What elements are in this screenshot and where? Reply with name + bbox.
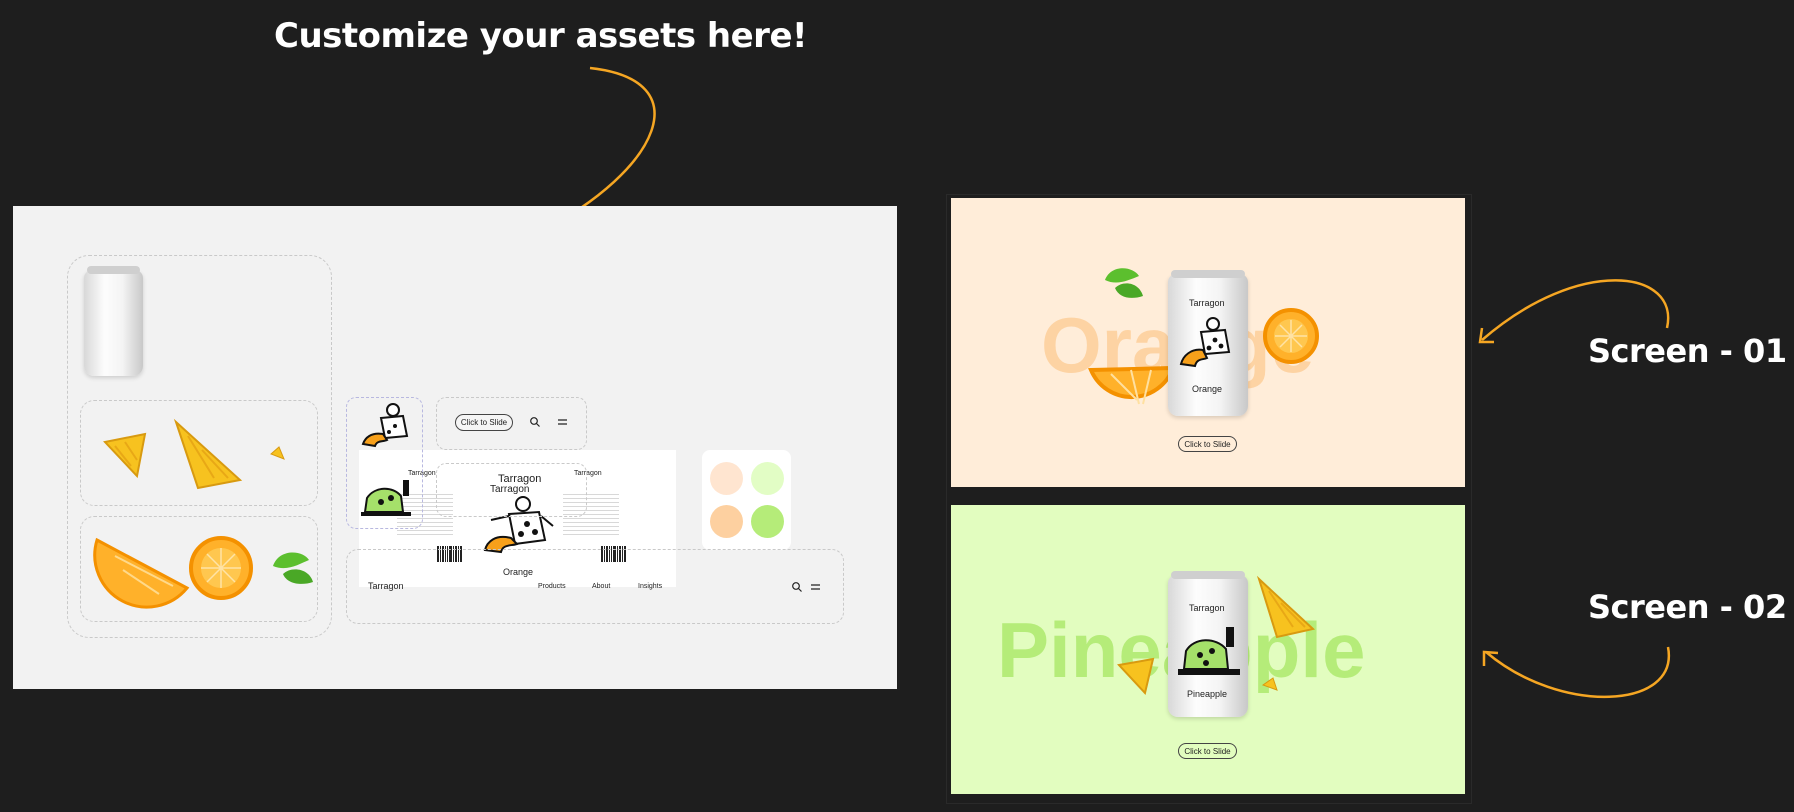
leaf-icon	[1105, 268, 1143, 298]
click-to-slide-button[interactable]: Click to Slide	[455, 414, 513, 431]
screen2-can-flavor: Pineapple	[1187, 689, 1228, 699]
pineapple-icon[interactable]	[269, 446, 285, 462]
nav-link-insights[interactable]: Insights	[638, 583, 662, 590]
nav-link-products[interactable]: Products	[538, 583, 566, 590]
character-green-icon[interactable]	[359, 476, 413, 520]
pineapple-icon	[1117, 657, 1155, 696]
page-heading: Customize your assets here!	[274, 16, 808, 56]
navbar-logo[interactable]: Tarragon	[368, 581, 404, 591]
asset-artboard: Tarragon Tarragon Tarragon Orange Click …	[13, 206, 897, 689]
orange-icon[interactable]	[93, 536, 191, 609]
screen-02: Pineapple Tarragon Pineapple Click to Sl…	[951, 505, 1465, 794]
pineapple-icon	[1256, 575, 1316, 639]
swatch-green-light[interactable]	[751, 462, 784, 495]
screen1-click-to-slide-button[interactable]: Click to Slide	[1178, 436, 1237, 452]
pineapple-icon[interactable]	[168, 416, 246, 492]
screen-01: Orange Tarragon Orange Click to Slide	[951, 198, 1465, 487]
menu-icon[interactable]	[811, 584, 820, 590]
swatch-peach[interactable]	[710, 505, 743, 538]
leaf-icon[interactable]	[269, 546, 317, 588]
screen-02-label: Screen - 02	[1588, 588, 1787, 626]
search-icon[interactable]	[792, 582, 802, 592]
swatch-green[interactable]	[751, 505, 784, 538]
orange-icon	[1263, 308, 1319, 364]
blank-can[interactable]	[84, 266, 143, 376]
screen1-can-brand: Tarragon	[1189, 298, 1225, 308]
screen2-click-to-slide-button[interactable]: Click to Slide	[1178, 743, 1237, 759]
screen1-can-flavor: Orange	[1192, 384, 1223, 394]
screen2-can-brand: Tarragon	[1189, 603, 1225, 613]
character-orange-icon[interactable]	[361, 402, 413, 452]
search-icon[interactable]	[530, 417, 540, 427]
logo-text: Tarragon	[490, 484, 530, 495]
screen-01-label: Screen - 01	[1588, 332, 1787, 370]
swatch-peach-light[interactable]	[710, 462, 743, 495]
pineapple-icon	[1261, 677, 1278, 691]
orange-icon	[1088, 365, 1176, 405]
character-icon	[1178, 627, 1240, 675]
orange-icon[interactable]	[185, 532, 257, 604]
pineapple-icon[interactable]	[101, 432, 151, 480]
menu-icon[interactable]	[558, 419, 567, 425]
character-icon	[1179, 317, 1231, 368]
nav-link-about[interactable]: About	[592, 583, 610, 590]
